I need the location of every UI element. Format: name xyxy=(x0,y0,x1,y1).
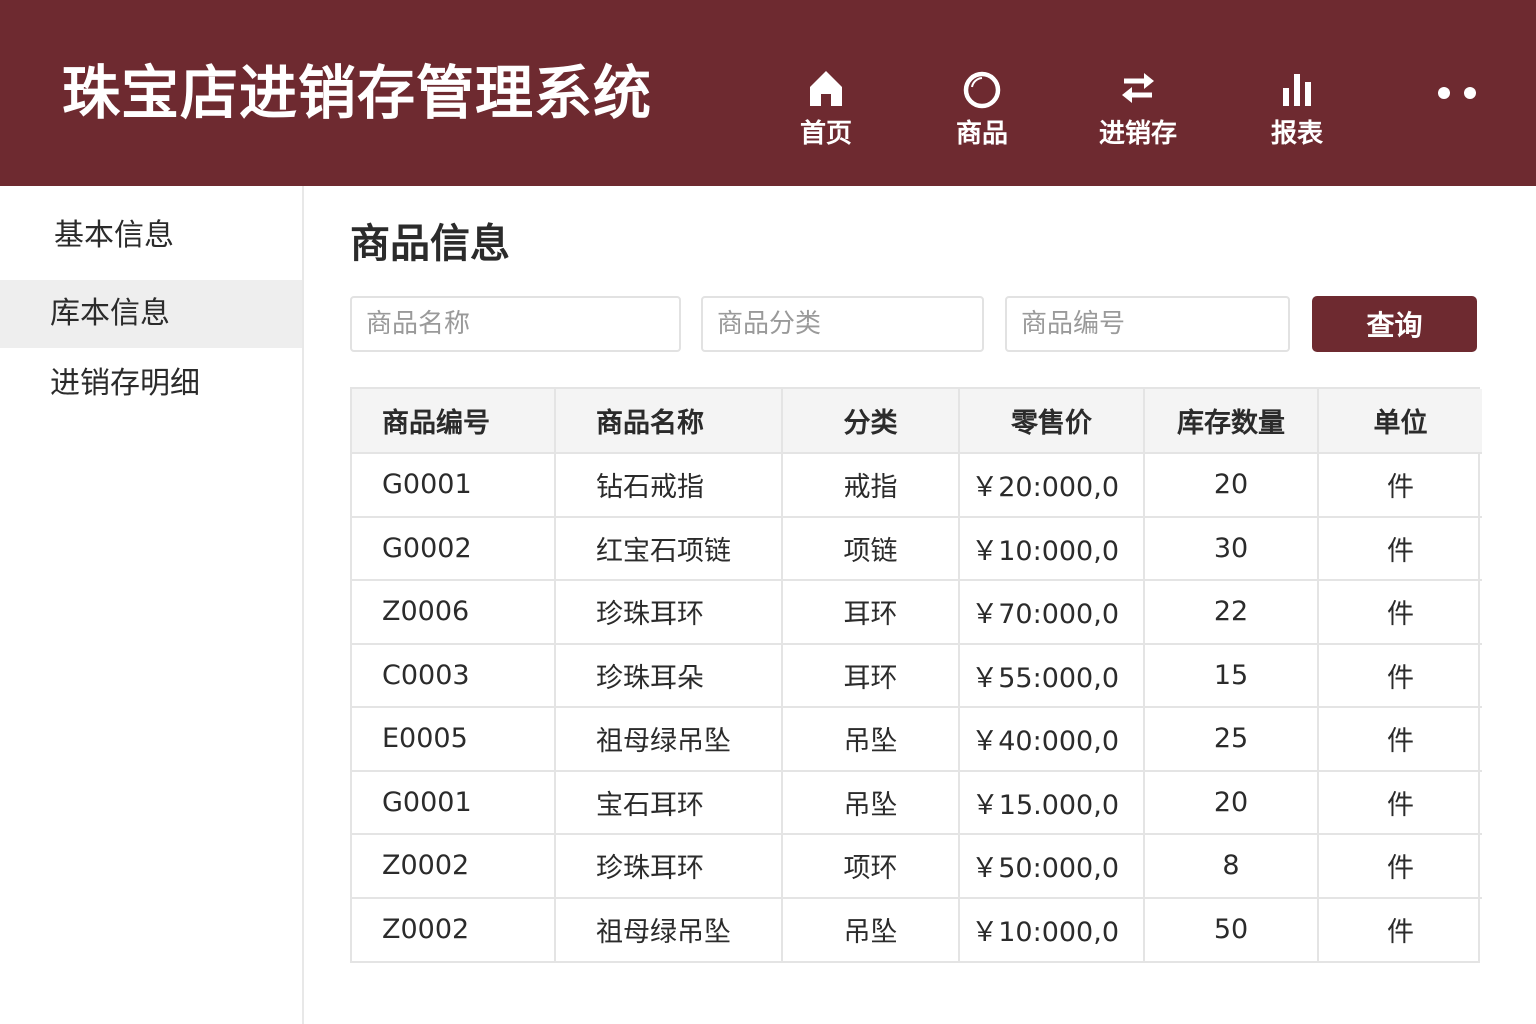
cell-price: ￥10:000,0 xyxy=(958,896,1145,961)
cell-price: ￥20:000,0 xyxy=(958,452,1145,518)
cell-code: Z0002 xyxy=(352,833,556,899)
table-header-row: 商品编号 商品名称 分类 零售价 库存数量 单位 xyxy=(352,389,1482,454)
cell-name: 祖母绿吊坠 xyxy=(554,896,783,961)
column-header-category[interactable]: 分类 xyxy=(781,389,960,454)
cell-name: 珍珠耳环 xyxy=(554,833,783,899)
cell-code: Z0006 xyxy=(352,579,556,645)
column-header-name[interactable]: 商品名称 xyxy=(554,389,783,454)
cell-price: ￥10:000,0 xyxy=(958,515,1145,581)
cell-code: G0001 xyxy=(352,452,556,518)
cell-unit: 件 xyxy=(1317,579,1482,645)
table-row[interactable]: E0005 祖母绿吊坠 吊坠 ￥40:000,0 25 件 xyxy=(352,706,1482,772)
nav-home[interactable]: 首页 xyxy=(766,66,886,166)
column-header-stock[interactable]: 库存数量 xyxy=(1143,389,1319,454)
cell-name: 祖母绿吊坠 xyxy=(554,706,783,772)
cell-stock: 8 xyxy=(1143,833,1319,899)
nav-products[interactable]: 商品 xyxy=(922,66,1042,166)
cell-unit: 件 xyxy=(1317,452,1482,518)
cell-code: G0001 xyxy=(352,769,556,835)
cell-price: ￥70:000,0 xyxy=(958,579,1145,645)
cell-price: ￥15.000,0 xyxy=(958,769,1145,835)
table-row[interactable]: C0003 珍珠耳朵 耳环 ￥55:000,0 15 件 xyxy=(352,642,1482,708)
cell-category: 项链 xyxy=(781,515,960,581)
cell-stock: 22 xyxy=(1143,579,1319,645)
cell-unit: 件 xyxy=(1317,706,1482,772)
cell-name: 宝石耳环 xyxy=(554,769,783,835)
column-header-unit[interactable]: 单位 xyxy=(1317,389,1482,454)
cell-price: ￥50:000,0 xyxy=(958,833,1145,899)
cell-price: ￥55:000,0 xyxy=(958,642,1145,708)
cell-code: C0003 xyxy=(352,642,556,708)
cell-unit: 件 xyxy=(1317,642,1482,708)
nav-inventory[interactable]: 进销存 xyxy=(1078,66,1198,166)
cell-price: ￥40:000,0 xyxy=(958,706,1145,772)
cell-category: 吊坠 xyxy=(781,706,960,772)
nav-reports[interactable]: 报表 xyxy=(1237,66,1357,166)
sidebar: 基本信息 库本信息 进销存明细 xyxy=(0,186,304,1024)
table-row[interactable]: G0002 红宝石项链 项链 ￥10:000,0 30 件 xyxy=(352,515,1482,581)
product-code-input[interactable] xyxy=(1005,296,1290,352)
cell-category: 项环 xyxy=(781,833,960,899)
page-title: 商品信息 xyxy=(350,221,510,267)
cell-unit: 件 xyxy=(1317,769,1482,835)
home-icon xyxy=(810,71,842,106)
column-header-price[interactable]: 零售价 xyxy=(958,389,1145,454)
nav-inventory-label: 进销存 xyxy=(1098,119,1177,149)
column-header-code[interactable]: 商品编号 xyxy=(352,389,556,454)
cell-category: 戒指 xyxy=(781,452,960,518)
bar-chart-icon xyxy=(1283,74,1311,106)
sidebar-item-basic-info[interactable]: 基本信息 xyxy=(0,202,302,270)
cell-name: 珍珠耳环 xyxy=(554,579,783,645)
nav-products-label: 商品 xyxy=(955,119,1008,149)
cell-stock: 30 xyxy=(1143,515,1319,581)
more-dots-icon[interactable] xyxy=(1432,80,1488,106)
cell-code: Z0002 xyxy=(352,896,556,961)
exchange-arrows-icon xyxy=(1122,73,1154,103)
cell-stock: 50 xyxy=(1143,896,1319,961)
cell-name: 红宝石项链 xyxy=(554,515,783,581)
cell-name: 钻石戒指 xyxy=(554,452,783,518)
cell-unit: 件 xyxy=(1317,515,1482,581)
cell-code: E0005 xyxy=(352,706,556,772)
cell-unit: 件 xyxy=(1317,896,1482,961)
sidebar-item-stock-info[interactable]: 库本信息 xyxy=(0,280,302,348)
app-title: 珠宝店进销存管理系统 xyxy=(62,59,653,127)
cell-category: 吊坠 xyxy=(781,769,960,835)
product-category-input[interactable] xyxy=(701,296,984,352)
nav-reports-label: 报表 xyxy=(1270,119,1323,149)
cell-stock: 20 xyxy=(1143,452,1319,518)
nav-home-label: 首页 xyxy=(799,119,852,149)
table-row[interactable]: Z0002 珍珠耳环 项环 ￥50:000,0 8 件 xyxy=(352,833,1482,899)
table-row[interactable]: Z0002 祖母绿吊坠 吊坠 ￥10:000,0 50 件 xyxy=(352,896,1482,961)
query-button[interactable]: 查询 xyxy=(1312,296,1477,352)
cell-category: 吊坠 xyxy=(781,896,960,961)
cell-name: 珍珠耳朵 xyxy=(554,642,783,708)
table-row[interactable]: Z0006 珍珠耳环 耳环 ￥70:000,0 22 件 xyxy=(352,579,1482,645)
sidebar-item-inventory-details[interactable]: 进销存明细 xyxy=(0,350,302,418)
cell-stock: 20 xyxy=(1143,769,1319,835)
product-name-input[interactable] xyxy=(350,296,681,352)
ring-icon xyxy=(963,71,1001,109)
cell-stock: 25 xyxy=(1143,706,1319,772)
table-row[interactable]: G0001 宝石耳环 吊坠 ￥15.000,0 20 件 xyxy=(352,769,1482,835)
cell-category: 耳环 xyxy=(781,642,960,708)
cell-category: 耳环 xyxy=(781,579,960,645)
top-header: 珠宝店进销存管理系统 首页 商品 进销存 报表 xyxy=(0,0,1536,186)
products-table: 商品编号 商品名称 分类 零售价 库存数量 单位 G0001 钻石戒指 戒指 ￥20:… xyxy=(350,387,1482,963)
cell-stock: 15 xyxy=(1143,642,1319,708)
cell-code: G0002 xyxy=(352,515,556,581)
table-row[interactable]: G0001 钻石戒指 戒指 ￥20:000,0 20 件 xyxy=(352,452,1482,518)
cell-unit: 件 xyxy=(1317,833,1482,899)
